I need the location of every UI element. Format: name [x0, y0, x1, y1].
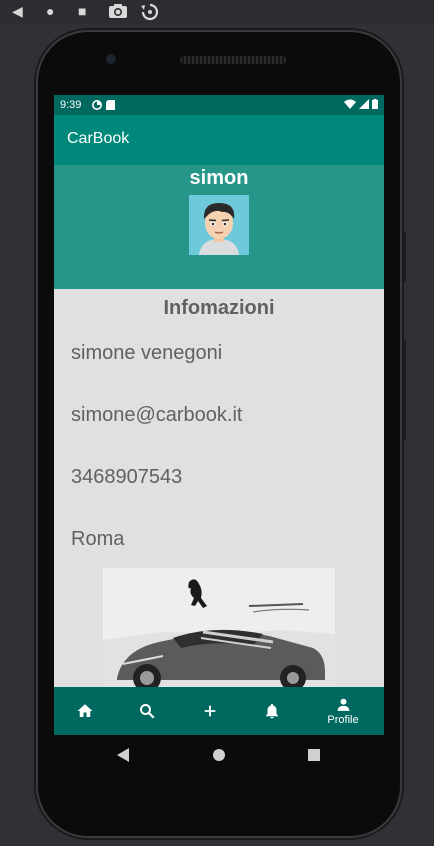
nav-home[interactable] [70, 687, 100, 735]
volume-button[interactable] [402, 340, 406, 440]
sd-card-icon [106, 100, 115, 113]
power-button[interactable] [402, 232, 406, 282]
info-section-title: Infomazioni [163, 297, 275, 319]
nav-profile[interactable]: Profile [318, 687, 368, 735]
system-back-icon[interactable] [116, 747, 130, 763]
status-time: 9:39 [60, 99, 82, 111]
car-image [103, 568, 335, 693]
nav-profile-label: Profile [327, 714, 359, 726]
profile-username: simon [189, 167, 249, 189]
back-triangle-icon[interactable]: ◀ [12, 3, 23, 19]
overview-square-icon[interactable]: ■ [78, 3, 86, 19]
nav-add[interactable] [195, 687, 225, 735]
home-icon [77, 704, 93, 717]
battery-icon [372, 99, 378, 112]
nav-search[interactable] [132, 687, 162, 735]
data-saver-icon [92, 100, 102, 113]
bottom-navigation: Profile [54, 687, 384, 735]
wifi-icon [344, 99, 356, 112]
rotate-icon[interactable] [140, 3, 160, 24]
front-camera [106, 54, 116, 64]
status-bar: 9:39 [54, 95, 384, 115]
person-icon [336, 698, 350, 711]
app-bar: CarBook [54, 115, 384, 165]
system-home-icon[interactable] [212, 748, 226, 762]
home-circle-icon[interactable]: ● [46, 3, 54, 19]
app-screen: 9:39 CarBook simon Infomazioni simone ve… [54, 95, 384, 735]
system-overview-icon[interactable] [308, 749, 320, 761]
profile-header: simon [54, 165, 384, 289]
nav-notifications[interactable] [257, 687, 287, 735]
profile-city: Roma [71, 528, 125, 550]
camera-icon[interactable] [108, 3, 128, 22]
profile-full-name: simone venegoni [71, 342, 223, 364]
avatar[interactable] [189, 195, 249, 255]
add-icon [204, 705, 216, 717]
profile-phone: 3468907543 [71, 466, 183, 488]
emulator-toolbar: ◀ ● ■ [0, 0, 434, 24]
earpiece-speaker [180, 56, 286, 64]
app-title: CarBook [67, 130, 130, 147]
system-navigation-bar [54, 735, 384, 775]
profile-email: simone@carbook.it [71, 404, 243, 426]
bell-icon [266, 703, 278, 719]
search-icon [140, 704, 155, 719]
signal-icon [359, 99, 369, 112]
